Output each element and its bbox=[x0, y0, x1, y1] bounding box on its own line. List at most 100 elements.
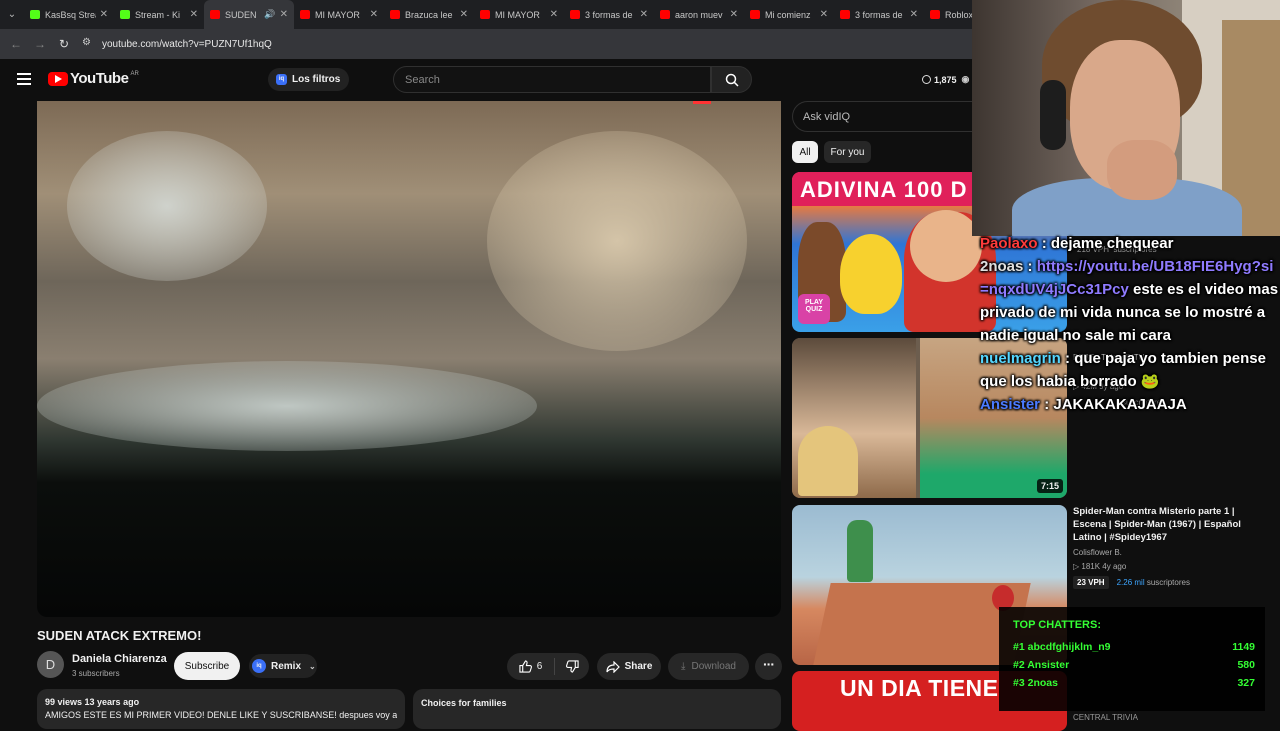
chat-message: Paolaxo : dejame chequear bbox=[980, 232, 1280, 255]
youtube-icon bbox=[300, 10, 310, 19]
close-tab-icon[interactable]: ✕ bbox=[550, 9, 558, 20]
description-box[interactable]: 99 views 13 years ago AMIGOS ESTE ES MI … bbox=[37, 689, 405, 729]
logo-text: YouTube bbox=[70, 70, 129, 87]
browser-tab[interactable]: Mi comienz ✕ bbox=[744, 0, 834, 29]
mysterio-figure bbox=[847, 520, 873, 582]
vidiq-icon: iq bbox=[252, 659, 266, 673]
chip-for-you[interactable]: For you bbox=[824, 141, 871, 163]
families-box[interactable]: Choices for families bbox=[413, 689, 781, 729]
tab-title: Stream - Ki bbox=[135, 9, 181, 20]
menu-icon[interactable] bbox=[17, 73, 31, 85]
video-player[interactable] bbox=[37, 101, 781, 617]
close-tab-icon[interactable]: ✕ bbox=[190, 9, 198, 20]
browser-tab[interactable]: aaron muev ✕ bbox=[654, 0, 744, 29]
chip-all[interactable]: All bbox=[792, 141, 818, 163]
chat-message: 2noas : https://youtu.be/UB18FIE6Hyg?si=… bbox=[980, 255, 1280, 347]
browser-tab[interactable]: Brazuca lee ✕ bbox=[384, 0, 474, 29]
chat-separator: : bbox=[1060, 350, 1075, 367]
search-button[interactable] bbox=[711, 66, 752, 93]
chat-message: nuelmagrin : que paja yo tambien pense q… bbox=[980, 347, 1280, 393]
url-field[interactable]: youtube.com/watch?v=PUZN7Uf1hqQ bbox=[102, 39, 272, 50]
ask-vidiq-input[interactable]: Ask vidIQ bbox=[792, 101, 982, 132]
browser-tab[interactable]: SUDEN 🔊 ✕ bbox=[204, 0, 294, 29]
tab-title: 3 formas de bbox=[585, 9, 633, 20]
browser-tab[interactable]: 3 formas de ✕ bbox=[834, 0, 924, 29]
play-quiz-badge: PLAY QUIZ bbox=[798, 294, 830, 324]
thumbs-down-icon bbox=[565, 660, 579, 673]
video-frame-shadow bbox=[37, 361, 537, 451]
close-tab-icon[interactable]: ✕ bbox=[730, 9, 738, 20]
download-icon: ⤓ bbox=[681, 661, 686, 672]
tab-title: Mi comienz bbox=[765, 9, 811, 20]
description-text: AMIGOS ESTE ES MI PRIMER VIDEO! DENLE LI… bbox=[45, 710, 397, 720]
browser-tab[interactable]: MI MAYOR ✕ bbox=[294, 0, 384, 29]
recommendation-views: ▷ 181K 4y ago bbox=[1073, 562, 1127, 571]
watch-count: 1,875 bbox=[934, 74, 957, 85]
forward-button[interactable]: → bbox=[28, 37, 52, 51]
more-actions-button[interactable]: ··· bbox=[755, 653, 782, 680]
chat-username: nuelmagrin bbox=[980, 350, 1061, 367]
youtube-logo[interactable]: YouTube AR bbox=[48, 70, 139, 87]
chatter-count: 327 bbox=[1237, 677, 1255, 689]
dislike-button[interactable] bbox=[555, 660, 589, 673]
close-tab-icon[interactable]: ✕ bbox=[640, 9, 648, 20]
chat-username: 2noas bbox=[980, 258, 1024, 275]
like-count: 6 bbox=[536, 661, 543, 672]
top-chatters-panel: TOP CHATTERS: #1 abcdfghijklm_n9 1149 #2… bbox=[999, 607, 1265, 711]
youtube-icon bbox=[930, 10, 940, 19]
chatter-count: 1149 bbox=[1232, 641, 1255, 653]
chatter-count: 580 bbox=[1237, 659, 1255, 671]
channel-avatar[interactable]: D bbox=[37, 651, 64, 678]
ice-cream-cone bbox=[798, 426, 858, 496]
chatter-row: #2 Ansister 580 bbox=[1013, 659, 1255, 671]
search-input[interactable]: Search bbox=[393, 66, 711, 93]
tab-title: 3 formas de bbox=[855, 9, 903, 20]
close-tab-icon[interactable]: ✕ bbox=[910, 9, 918, 20]
browser-tab[interactable]: MI MAYOR ✕ bbox=[474, 0, 564, 29]
speaker-icon[interactable]: 🔊 bbox=[264, 9, 275, 20]
close-tab-icon[interactable]: ✕ bbox=[100, 9, 108, 20]
kick-icon bbox=[120, 10, 130, 19]
download-button[interactable]: ⤓ Download bbox=[668, 653, 749, 680]
close-tab-icon[interactable]: ✕ bbox=[460, 9, 468, 20]
browser-tab[interactable]: 3 formas de ✕ bbox=[564, 0, 654, 29]
youtube-icon bbox=[480, 10, 490, 19]
recommendation-info[interactable]: Spider-Man contra Misterio parte 1 | Esc… bbox=[1073, 505, 1253, 589]
chat-separator: : bbox=[1037, 235, 1051, 252]
rec4-channel[interactable]: CENTRAL TRIVIA bbox=[1073, 713, 1138, 722]
recommendation-badges: 23 VPH 2.26 mil suscriptores bbox=[1073, 576, 1253, 589]
video-frame-highlight bbox=[487, 131, 747, 351]
close-tab-icon[interactable]: ✕ bbox=[280, 9, 288, 20]
share-button[interactable]: Share bbox=[597, 653, 661, 680]
recommendation-title[interactable]: Spider-Man contra Misterio parte 1 | Esc… bbox=[1073, 505, 1253, 544]
chatter-row: #1 abcdfghijklm_n9 1149 bbox=[1013, 641, 1255, 653]
chat-text: dejame chequear bbox=[1050, 235, 1174, 252]
like-button[interactable]: 6 bbox=[507, 658, 555, 675]
channel-name[interactable]: Daniela Chiarenza bbox=[72, 653, 167, 665]
tab-title: Brazuca lee bbox=[405, 9, 453, 20]
progress-indicator[interactable] bbox=[693, 101, 711, 104]
site-info-icon[interactable]: ⚙ bbox=[82, 37, 96, 51]
remix-button[interactable]: iq Remix ⌄ bbox=[249, 654, 317, 678]
tab-title: MI MAYOR bbox=[495, 9, 540, 20]
clock-icon bbox=[922, 75, 931, 84]
views-and-date: 99 views 13 years ago bbox=[45, 697, 140, 707]
browser-tab[interactable]: Stream - Ki ✕ bbox=[114, 0, 204, 29]
chat-text: JAKAKAKAJAAJA bbox=[1053, 396, 1187, 413]
chatter-name: #2 Ansister bbox=[1013, 659, 1070, 671]
webcam-overlay bbox=[972, 0, 1280, 236]
back-button[interactable]: ← bbox=[4, 37, 28, 51]
browser-tab[interactable]: KasBsq Strea ✕ bbox=[24, 0, 114, 29]
video-duration: 7:15 bbox=[1036, 479, 1063, 493]
tab-search-button[interactable]: ⌄ bbox=[0, 0, 24, 29]
youtube-icon bbox=[840, 10, 850, 19]
vidiq-filters-button[interactable]: iq Los filtros bbox=[268, 68, 350, 91]
reload-button[interactable]: ↻ bbox=[52, 37, 76, 51]
close-tab-icon[interactable]: ✕ bbox=[370, 9, 378, 20]
tab-title: aaron muev bbox=[675, 9, 723, 20]
recommendation-channel[interactable]: Colisflower B. bbox=[1073, 548, 1253, 557]
close-tab-icon[interactable]: ✕ bbox=[820, 9, 828, 20]
subs-badge: 2.26 mil suscriptores bbox=[1116, 578, 1190, 587]
youtube-icon bbox=[390, 10, 400, 19]
subscribe-button[interactable]: Subscribe bbox=[174, 652, 240, 680]
